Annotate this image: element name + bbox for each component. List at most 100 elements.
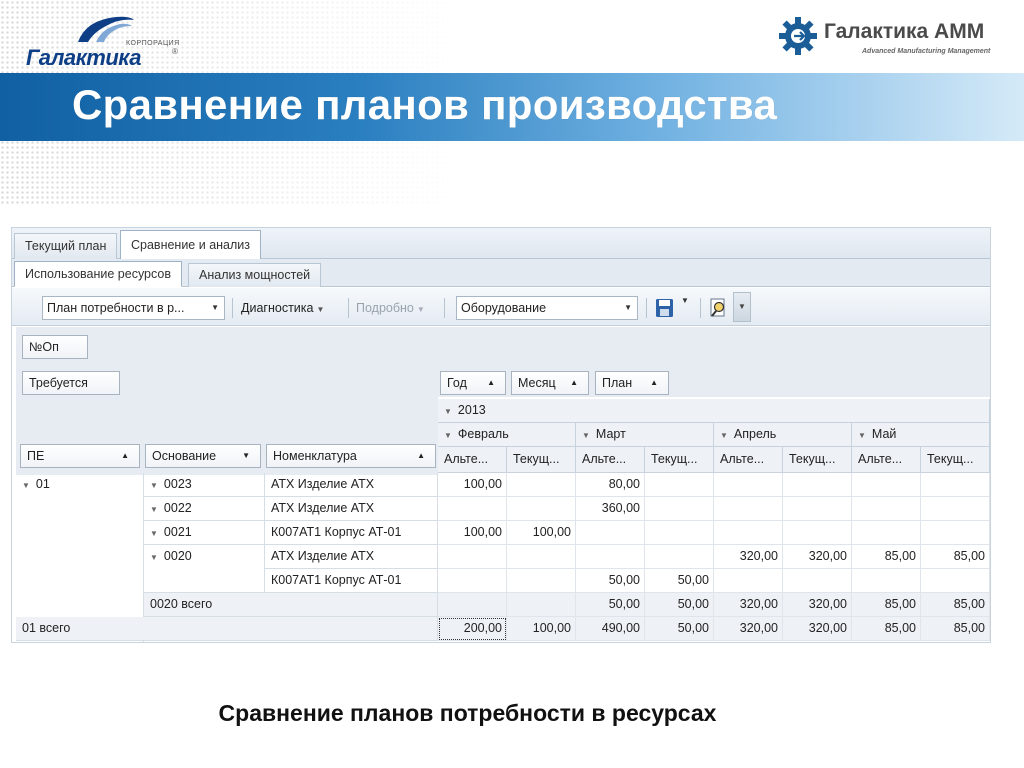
data-cell[interactable]	[852, 473, 921, 497]
chevron-down-icon: ▼	[316, 305, 325, 314]
collapse-icon: ▼	[150, 529, 158, 538]
data-cell[interactable]	[852, 521, 921, 545]
plan-header[interactable]: Альте...	[576, 447, 645, 473]
data-cell[interactable]	[921, 569, 990, 593]
pe-total-row-header: 01 всего	[16, 617, 438, 641]
data-cell[interactable]	[852, 497, 921, 521]
equipment-select[interactable]: Оборудование ▼	[456, 296, 638, 320]
row-field-nomenclature[interactable]: Номенклатура ▲	[266, 444, 436, 468]
subtotal-cell[interactable]: 85,00	[921, 593, 990, 617]
data-cell[interactable]: 320,00	[783, 545, 852, 569]
basis-row-header[interactable]: ▼ 0023	[144, 473, 265, 497]
data-cell[interactable]	[438, 497, 507, 521]
data-cell[interactable]	[645, 473, 714, 497]
subtotal-cell[interactable]: 50,00	[576, 593, 645, 617]
basis-row-header[interactable]: ▼ 0021	[144, 521, 265, 545]
month-header-may[interactable]: ▼ Май	[852, 423, 990, 447]
tab-resource-usage[interactable]: Использование ресурсов	[14, 261, 182, 287]
data-cell[interactable]	[714, 473, 783, 497]
row-field-pe[interactable]: ПЕ ▲	[20, 444, 140, 468]
total-cell[interactable]: 320,00	[714, 617, 783, 641]
application-window: Текущий план Сравнение и анализ Использо…	[11, 227, 991, 643]
data-field-required[interactable]: Требуется	[22, 371, 120, 395]
year-header[interactable]: ▼ 2013	[438, 399, 990, 423]
subtotal-cell[interactable]: 320,00	[783, 593, 852, 617]
row-field-basis-label: Основание	[152, 449, 217, 463]
filter-field-op-number[interactable]: №Оп	[22, 335, 88, 359]
plan-header[interactable]: Текущ...	[783, 447, 852, 473]
plan-header[interactable]: Текущ...	[921, 447, 990, 473]
month-header-label: Март	[595, 427, 626, 441]
column-field-year-label: Год	[447, 376, 467, 390]
data-cell[interactable]	[714, 497, 783, 521]
subtotal-cell[interactable]: 85,00	[852, 593, 921, 617]
month-header-february[interactable]: ▼ Февраль	[438, 423, 576, 447]
data-cell[interactable]: 100,00	[438, 521, 507, 545]
data-cell[interactable]	[438, 569, 507, 593]
column-field-year[interactable]: Год ▲	[440, 371, 506, 395]
month-header-april[interactable]: ▼ Апрель	[714, 423, 852, 447]
print-preview-button[interactable]	[708, 296, 730, 320]
data-cell[interactable]	[921, 521, 990, 545]
data-cell[interactable]	[783, 521, 852, 545]
total-cell[interactable]: 100,00	[507, 617, 576, 641]
data-cell[interactable]	[576, 521, 645, 545]
subtotal-cell[interactable]	[438, 593, 507, 617]
data-cell[interactable]	[783, 569, 852, 593]
data-cell[interactable]	[576, 545, 645, 569]
data-cell[interactable]: 85,00	[921, 545, 990, 569]
save-button[interactable]: ▼	[654, 296, 694, 320]
plan-header[interactable]: Текущ...	[645, 447, 714, 473]
diagnostics-button[interactable]: Диагностика ▼	[241, 296, 324, 320]
data-cell[interactable]	[852, 569, 921, 593]
plan-select[interactable]: План потребности в р... ▼	[42, 296, 225, 320]
data-cell[interactable]	[507, 569, 576, 593]
toolbar-overflow-button[interactable]: ▼	[733, 292, 751, 322]
data-cell[interactable]: 100,00	[438, 473, 507, 497]
data-cell[interactable]	[645, 545, 714, 569]
tab-current-plan[interactable]: Текущий план	[14, 233, 118, 259]
sort-ascending-icon: ▲	[570, 378, 578, 387]
column-field-month[interactable]: Месяц ▲	[511, 371, 589, 395]
total-cell[interactable]: 85,00	[852, 617, 921, 641]
total-cell[interactable]: 490,00	[576, 617, 645, 641]
data-cell[interactable]: 85,00	[852, 545, 921, 569]
data-cell[interactable]	[507, 497, 576, 521]
tab-capacity-analysis[interactable]: Анализ мощностей	[188, 263, 322, 287]
data-cell[interactable]	[714, 569, 783, 593]
data-cell[interactable]: 80,00	[576, 473, 645, 497]
plan-header[interactable]: Текущ...	[507, 447, 576, 473]
plan-header[interactable]: Альте...	[438, 447, 507, 473]
basis-row-header[interactable]: ▼ 0022	[144, 497, 265, 521]
data-cell[interactable]	[783, 497, 852, 521]
column-field-plan[interactable]: План ▲	[595, 371, 669, 395]
total-cell[interactable]: 320,00	[783, 617, 852, 641]
subtotal-cell[interactable]	[507, 593, 576, 617]
data-cell[interactable]	[783, 473, 852, 497]
data-cell[interactable]	[645, 497, 714, 521]
tab-comparison-analysis[interactable]: Сравнение и анализ	[120, 230, 262, 260]
plan-header[interactable]: Альте...	[714, 447, 783, 473]
details-button[interactable]: Подробно ▼	[356, 296, 425, 320]
month-header-march[interactable]: ▼ Март	[576, 423, 714, 447]
total-cell[interactable]: 200,00	[438, 617, 507, 641]
data-cell[interactable]: 360,00	[576, 497, 645, 521]
data-cell[interactable]: 50,00	[576, 569, 645, 593]
row-field-basis[interactable]: Основание ▼	[145, 444, 261, 468]
data-cell[interactable]	[714, 521, 783, 545]
plan-header[interactable]: Альте...	[852, 447, 921, 473]
subtotal-cell[interactable]: 320,00	[714, 593, 783, 617]
data-cell[interactable]: 50,00	[645, 569, 714, 593]
data-cell[interactable]: 320,00	[714, 545, 783, 569]
data-cell[interactable]	[507, 473, 576, 497]
basis-row-header[interactable]: ▼ 0020	[144, 545, 265, 593]
data-cell[interactable]	[507, 545, 576, 569]
data-cell[interactable]	[645, 521, 714, 545]
subtotal-cell[interactable]: 50,00	[645, 593, 714, 617]
data-cell[interactable]	[438, 545, 507, 569]
total-cell[interactable]: 50,00	[645, 617, 714, 641]
total-cell[interactable]: 85,00	[921, 617, 990, 641]
data-cell[interactable]: 100,00	[507, 521, 576, 545]
data-cell[interactable]	[921, 497, 990, 521]
data-cell[interactable]	[921, 473, 990, 497]
